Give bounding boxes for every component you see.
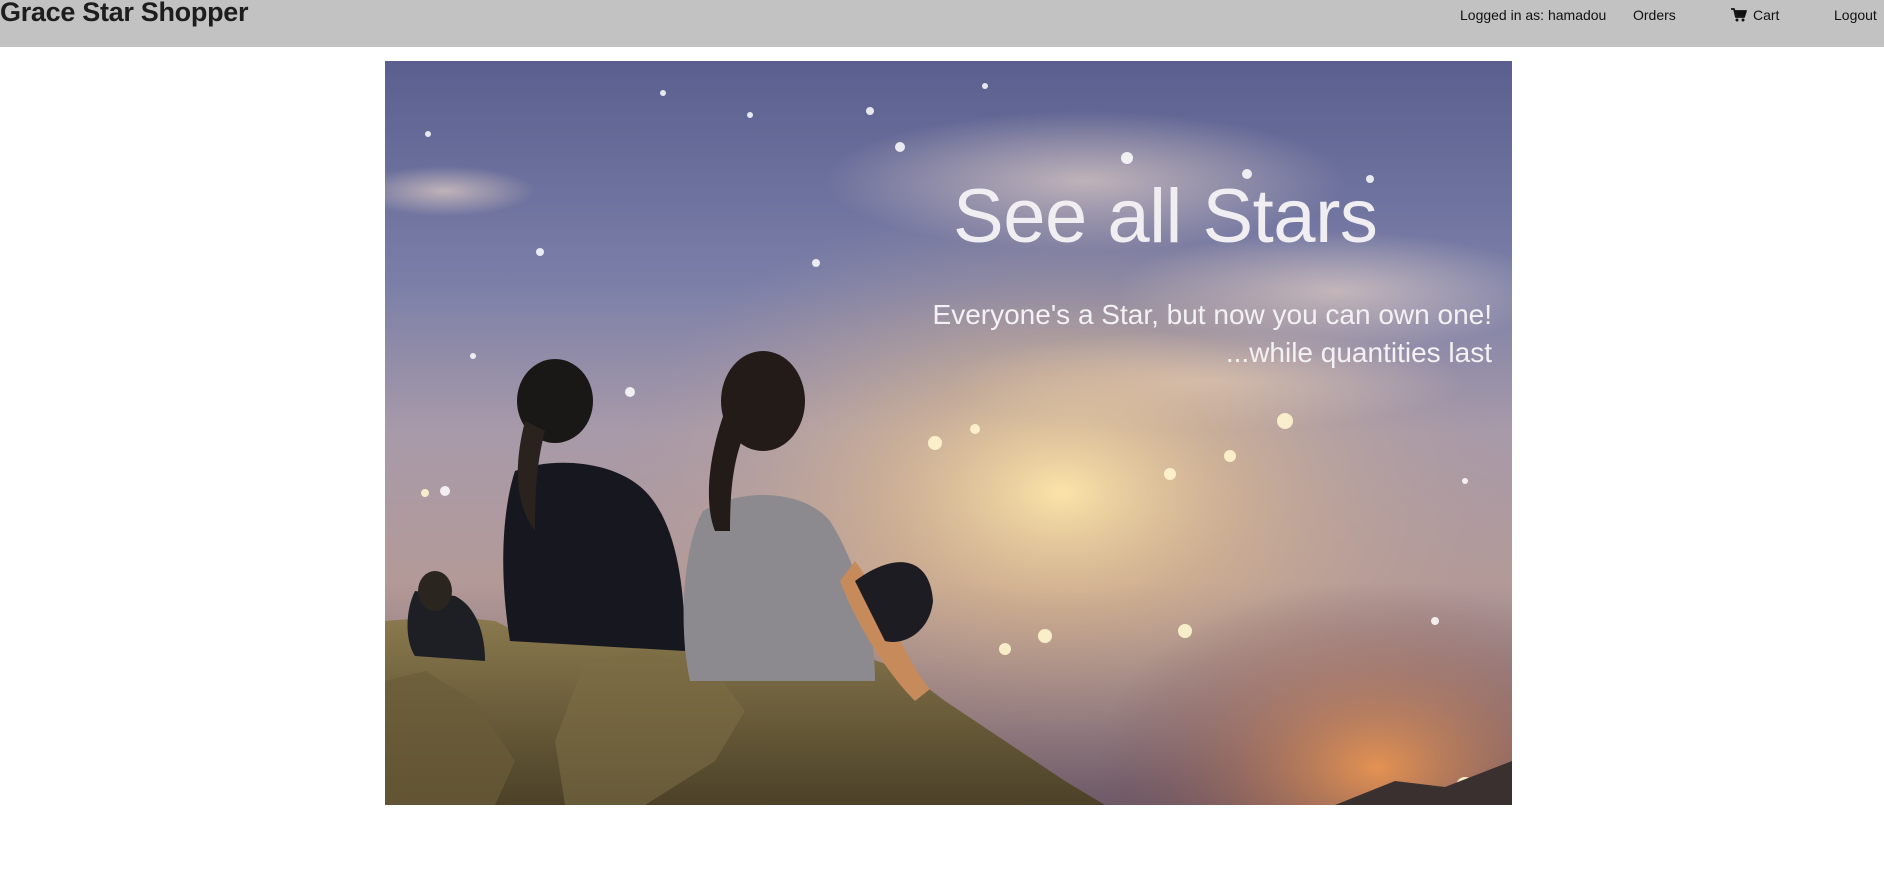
hero-banner[interactable]: See all Stars Everyone's a Star, but now… (385, 61, 1512, 805)
navbar: Grace Star Shopper Logged in as: hamadou… (0, 0, 1884, 47)
hero-subtitle-line1: Everyone's a Star, but now you can own o… (932, 299, 1492, 330)
nav-cart-link[interactable]: Cart (1731, 7, 1779, 23)
brand-title[interactable]: Grace Star Shopper (0, 0, 248, 28)
logged-in-status: Logged in as: hamadou (1460, 7, 1607, 23)
nav-orders-link[interactable]: Orders (1633, 7, 1676, 23)
hero-subtitle-line2: ...while quantities last (1225, 337, 1492, 368)
nav-cart-label: Cart (1753, 7, 1780, 23)
shopping-cart-icon (1731, 8, 1747, 22)
nav-logout-link[interactable]: Logout (1834, 7, 1877, 23)
hero-subtitle: Everyone's a Star, but now you can own o… (933, 296, 1492, 372)
hero-title: See all Stars (953, 174, 1378, 259)
